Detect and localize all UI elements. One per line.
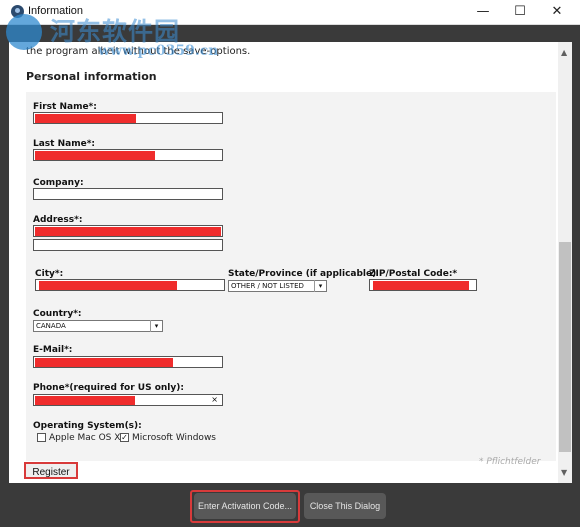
phone-label: Phone*(required for US only): [33, 383, 184, 393]
first-name-label: First Name*: [33, 102, 97, 112]
mac-os-checkbox[interactable] [37, 433, 46, 442]
required-note: * Pflichtfelder [479, 457, 541, 467]
country-select-value: CANADA [36, 322, 66, 330]
vertical-scrollbar[interactable]: ▲ ▼ [558, 42, 572, 483]
close-button[interactable]: ✕ [540, 0, 574, 24]
windows-label: Microsoft Windows [132, 433, 216, 443]
scroll-down-icon[interactable]: ▼ [561, 468, 567, 477]
chevron-down-icon: ▾ [150, 320, 162, 332]
register-button[interactable]: Register [24, 462, 78, 479]
zip-label: ZIP/Postal Code:* [369, 269, 458, 279]
company-field[interactable] [33, 188, 223, 200]
windows-checkbox[interactable]: ✓ [120, 433, 129, 442]
redacted-value [35, 151, 155, 160]
email-label: E-Mail*: [33, 345, 73, 355]
maximize-button[interactable]: ☐ [503, 0, 537, 24]
address-line2-field[interactable] [33, 239, 223, 251]
scrollbar-thumb[interactable] [559, 242, 571, 452]
scroll-up-icon[interactable]: ▲ [561, 48, 567, 57]
watermark-url: www.pc0359.cn [98, 43, 219, 59]
state-select-value: OTHER / NOT LISTED [231, 282, 304, 290]
redacted-value [39, 281, 177, 290]
registration-form: First Name*: Last Name*: Company: Addres… [26, 92, 556, 461]
redacted-value [373, 281, 469, 290]
last-name-label: Last Name*: [33, 139, 95, 149]
close-dialog-button[interactable]: Close This Dialog [304, 493, 386, 519]
redacted-value [35, 396, 135, 405]
last-name-field[interactable] [33, 149, 223, 161]
section-title: Personal information [26, 70, 157, 83]
state-select[interactable]: OTHER / NOT LISTED ▾ [228, 280, 327, 292]
company-label: Company: [33, 178, 84, 188]
city-field[interactable] [35, 279, 225, 291]
city-label: City*: [35, 269, 64, 279]
mac-os-label: Apple Mac OS X [49, 433, 121, 443]
os-label: Operating System(s): [33, 421, 142, 431]
zip-field[interactable] [369, 279, 477, 291]
redacted-value [35, 227, 221, 236]
redacted-value [35, 114, 136, 123]
country-select[interactable]: CANADA ▾ [33, 320, 163, 332]
state-label: State/Province (if applicable) [228, 269, 377, 279]
form-content: the program albeit without the save-opti… [9, 42, 558, 483]
chevron-down-icon: ▾ [314, 280, 326, 292]
highlight-box [190, 490, 300, 523]
country-label: Country*: [33, 309, 82, 319]
email-field[interactable] [33, 356, 223, 368]
phone-field[interactable]: × [33, 394, 223, 406]
first-name-field[interactable] [33, 112, 223, 124]
minimize-button[interactable]: — [466, 0, 500, 24]
clear-icon[interactable]: × [211, 395, 218, 405]
address-line1-field[interactable] [33, 225, 223, 237]
address-label: Address*: [33, 215, 83, 225]
watermark-logo [6, 14, 42, 50]
information-dialog: Information — ☐ ✕ the program albeit wit… [0, 0, 580, 527]
redacted-value [35, 358, 173, 367]
